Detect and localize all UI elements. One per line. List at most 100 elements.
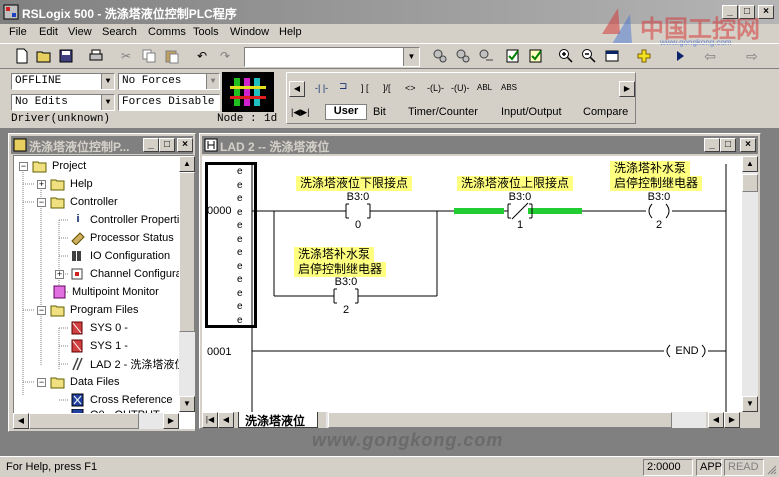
zoom-out-icon[interactable]	[579, 46, 599, 66]
ladder-scroll-thumb[interactable]	[742, 174, 758, 192]
tree-item-program-files[interactable]: Program Files	[50, 301, 138, 319]
resize-grip-icon[interactable]	[765, 463, 777, 475]
palette-left-arrow-icon[interactable]: ◀	[289, 81, 305, 97]
search-combo[interactable]: ▼	[244, 47, 420, 67]
abs-button[interactable]: ABS	[501, 83, 517, 92]
project-collapse-icon[interactable]: −	[19, 162, 28, 171]
tree-scroll-left-icon[interactable]: ◀	[13, 413, 29, 429]
open-folder-icon[interactable]	[34, 46, 54, 66]
forward-arrow-icon[interactable]: ⇨	[742, 46, 762, 66]
project-maximize-button[interactable]: □	[159, 138, 175, 152]
tree-item-processor-status[interactable]: Processor Status	[70, 229, 174, 247]
print-icon[interactable]	[86, 46, 106, 66]
tree-item-channel-configuration[interactable]: Channel Configuration	[70, 265, 194, 283]
forces-dropdown[interactable]: No Forces ▼	[118, 73, 220, 90]
controller-collapse-icon[interactable]: −	[37, 198, 46, 207]
xic-icon[interactable]: ] [	[361, 83, 369, 93]
ladder-vscrollbar[interactable]: ▲ ▼	[742, 156, 758, 412]
edits-dropdown[interactable]: No Edits ▼	[11, 94, 115, 111]
menu-file[interactable]: File	[9, 26, 27, 38]
zoom-in-icon[interactable]	[556, 46, 576, 66]
data-files-collapse-icon[interactable]: −	[37, 378, 46, 387]
save-icon[interactable]	[56, 46, 76, 66]
tree-item-sys0[interactable]: SYS 0 -	[70, 319, 128, 337]
tab-input-output[interactable]: Input/Output	[501, 106, 562, 118]
menu-search[interactable]: Search	[102, 26, 137, 38]
tree-item-help[interactable]: Help	[50, 175, 93, 193]
tree-item-lad2[interactable]: LAD 2 - 洗涤塔液位	[70, 355, 185, 373]
project-minimize-button[interactable]: _	[143, 138, 159, 152]
sheet-first-icon[interactable]: |◀	[202, 412, 218, 428]
edits-arrow-icon[interactable]: ▼	[101, 95, 114, 110]
menu-window[interactable]: Window	[230, 26, 269, 38]
verify-file-icon[interactable]	[503, 46, 523, 66]
abl-button[interactable]: ABL	[477, 83, 492, 92]
tree-item-controller-properties[interactable]: i Controller Properties	[70, 211, 190, 229]
channel-expand-icon[interactable]: +	[55, 270, 64, 279]
run-icon[interactable]	[670, 46, 690, 66]
tree-scroll-up-icon[interactable]: ▲	[179, 156, 195, 172]
project-close-button[interactable]: ×	[177, 138, 193, 152]
undo-icon[interactable]: ↶	[192, 46, 212, 66]
forces-arrow-icon[interactable]: ▼	[206, 74, 219, 89]
tree-scroll-right-icon[interactable]: ▶	[163, 413, 179, 429]
add-icon[interactable]	[634, 46, 654, 66]
find-next-icon[interactable]	[453, 46, 473, 66]
paste-icon[interactable]	[162, 46, 182, 66]
new-file-icon[interactable]	[12, 46, 32, 66]
ladder-scroll-up-icon[interactable]: ▲	[742, 156, 758, 172]
forces-state-dropdown[interactable]: Forces Disable	[118, 94, 220, 111]
menu-view[interactable]: View	[68, 26, 92, 38]
ladder-maximize-button[interactable]: □	[720, 138, 736, 152]
menu-help[interactable]: Help	[279, 26, 302, 38]
ladder-scroll-right-icon[interactable]: ▶	[724, 412, 740, 428]
tree-item-controller[interactable]: Controller	[50, 193, 118, 211]
menu-edit[interactable]: Edit	[39, 26, 58, 38]
sheet-prev-icon[interactable]: ◀	[218, 412, 234, 428]
menu-tools[interactable]: Tools	[193, 26, 219, 38]
tab-timer-counter[interactable]: Timer/Counter	[408, 106, 478, 118]
palette-right-arrow-icon[interactable]: ▶	[619, 81, 635, 97]
tree-item-project[interactable]: Project	[32, 157, 86, 175]
redo-icon[interactable]: ↷	[215, 46, 235, 66]
tree-item-cross-reference[interactable]: Cross Reference	[70, 391, 173, 409]
ote-icon[interactable]: <>	[405, 83, 416, 93]
ladder-scroll-down-icon[interactable]: ▼	[742, 396, 758, 412]
ladder-close-button[interactable]: ×	[740, 138, 756, 152]
end-instruction[interactable]: END	[669, 345, 705, 357]
find-icon[interactable]	[430, 46, 450, 66]
help-expand-icon[interactable]: +	[37, 180, 46, 189]
tree-hscroll-thumb[interactable]	[29, 413, 139, 429]
otu-icon[interactable]: -(U)-	[451, 83, 470, 93]
tree-item-sys1[interactable]: SYS 1 -	[70, 337, 128, 355]
branch-icon[interactable]: -| |-	[315, 83, 328, 93]
mode-dropdown[interactable]: OFFLINE ▼	[11, 73, 115, 90]
app-icon[interactable]	[3, 4, 19, 20]
ladder-hscroll-track[interactable]	[326, 412, 706, 428]
rung-icon[interactable]: ⊐	[339, 81, 347, 92]
xio-icon[interactable]: ]/[	[383, 83, 391, 93]
back-arrow-icon[interactable]: ⇦	[700, 46, 720, 66]
tree-item-multipoint-monitor[interactable]: Multipoint Monitor	[52, 283, 159, 301]
tree-hscrollbar[interactable]: ◀ ▶	[13, 413, 179, 429]
sheet-tab[interactable]: 洗涤塔液位	[238, 412, 318, 428]
ladder-minimize-button[interactable]: _	[704, 138, 720, 152]
program-files-collapse-icon[interactable]: −	[37, 306, 46, 315]
cut-icon[interactable]: ✂	[116, 46, 136, 66]
replace-icon[interactable]	[476, 46, 496, 66]
menu-comms[interactable]: Comms	[148, 26, 186, 38]
verify-project-icon[interactable]	[526, 46, 546, 66]
ladder-scroll-left-icon[interactable]: ◀	[708, 412, 724, 428]
ladder-canvas[interactable]: e e e e e e e e e e e e 0000 0001 洗涤塔液位下…	[202, 156, 742, 412]
tab-nav-left-icon[interactable]: |◀▶|	[291, 107, 310, 118]
tree-scroll-down-icon[interactable]: ▼	[179, 396, 195, 412]
tab-user[interactable]: User	[325, 104, 367, 120]
copy-icon[interactable]	[139, 46, 159, 66]
maximize-button[interactable]: □	[739, 5, 755, 19]
tree-vscrollbar[interactable]: ▲ ▼	[179, 156, 195, 412]
tree-item-io-configuration[interactable]: IO Configuration	[70, 247, 170, 265]
ladder-hscroll-thumb[interactable]	[328, 412, 672, 428]
close-button[interactable]: ×	[758, 5, 774, 19]
tab-compare[interactable]: Compare	[583, 106, 628, 118]
tab-bit[interactable]: Bit	[373, 106, 386, 118]
